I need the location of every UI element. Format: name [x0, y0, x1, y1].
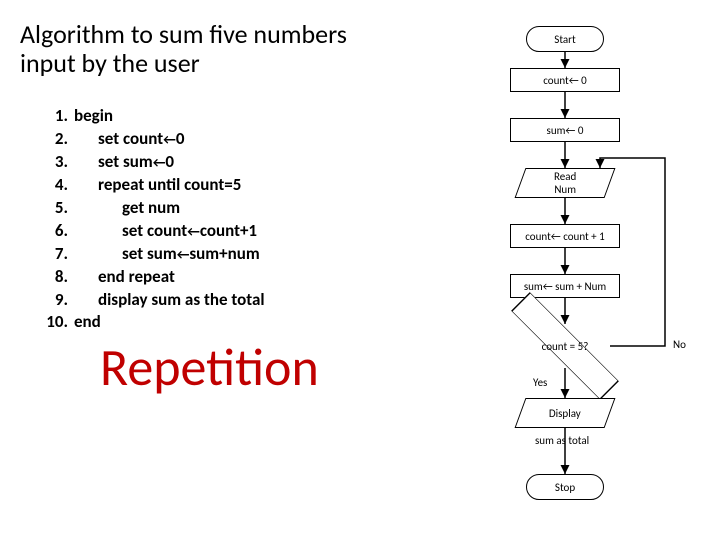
flow-display-caption: sum as total [535, 434, 589, 447]
pseudocode-line: 7.set sum←sum+num [40, 243, 265, 266]
pseudocode-line: 3.set sum←0 [40, 151, 265, 174]
flowchart: Start count← 0 sum← 0 Read Num count← co… [445, 18, 705, 528]
flow-init-count: count← 0 [510, 68, 620, 92]
flow-decision: count = 5? [520, 324, 610, 368]
pseudocode-line: 2.set count←0 [40, 128, 265, 151]
flow-stop: Stop [526, 474, 604, 500]
page-title: Algorithm to sum five numbers input by t… [20, 20, 380, 77]
flow-start: Start [526, 26, 604, 52]
flowchart-arrows [445, 18, 705, 528]
concept-label: Repetition [100, 335, 319, 399]
pseudocode-line: 9.display sum as the total [40, 289, 265, 312]
flow-init-sum: sum← 0 [510, 118, 620, 142]
pseudocode-line: 4.repeat until count=5 [40, 174, 265, 197]
edge-yes-label: Yes [533, 376, 547, 389]
pseudocode-list: 1.begin2.set count←03.set sum←04.repeat … [40, 105, 265, 334]
pseudocode-line: 5.get num [40, 197, 265, 220]
flow-read-num: Read Num [515, 168, 616, 198]
flow-increment: count← count + 1 [510, 224, 620, 248]
edge-no-label: No [673, 338, 686, 351]
pseudocode-line: 6.set count←count+1 [40, 220, 265, 243]
pseudocode-line: 10.end [40, 311, 265, 334]
pseudocode-line: 8.end repeat [40, 266, 265, 289]
pseudocode-line: 1.begin [40, 105, 265, 128]
flow-display: Display [515, 398, 616, 428]
